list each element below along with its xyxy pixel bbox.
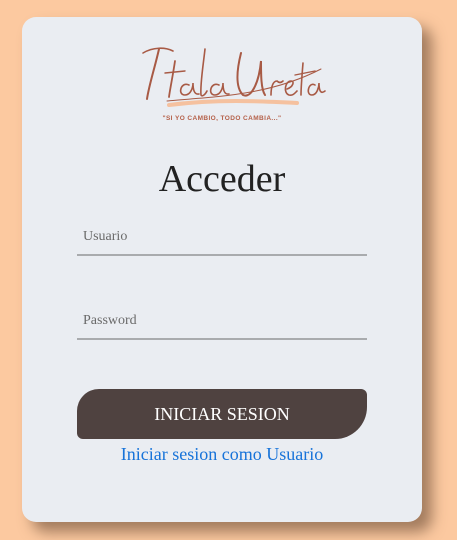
password-input[interactable]: [77, 304, 367, 338]
login-card: "SI YO CAMBIO, TODO CAMBIA..." Acceder I…: [22, 17, 422, 522]
username-field: [77, 220, 367, 256]
user-login-link[interactable]: Iniciar sesion como Usuario: [22, 444, 422, 465]
brand-tagline: "SI YO CAMBIO, TODO CAMBIA...": [162, 115, 282, 122]
username-input[interactable]: [77, 220, 367, 254]
login-button[interactable]: INICIAR SESION: [77, 389, 367, 439]
page-title: Acceder: [158, 158, 286, 200]
password-field: [77, 304, 367, 340]
